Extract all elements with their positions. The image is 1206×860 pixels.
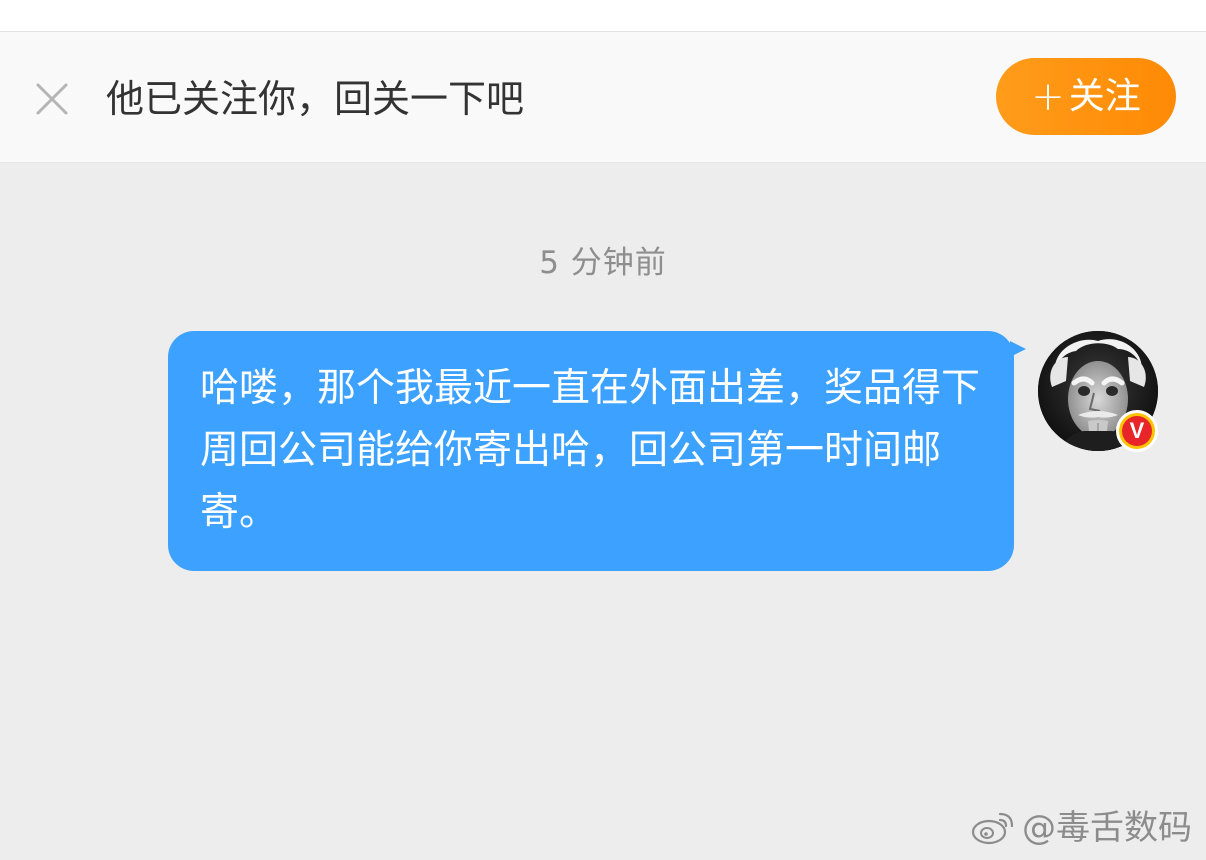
watermark-handle: @毒舌数码 xyxy=(1022,808,1192,848)
watermark: @毒舌数码 xyxy=(970,808,1192,848)
weibo-logo-icon xyxy=(971,812,1014,845)
follow-back-banner: 他已关注你，回关一下吧 + 关注 xyxy=(0,32,1206,163)
follow-button-label: 关注 xyxy=(1068,75,1141,117)
follow-back-message: 他已关注你，回关一下吧 xyxy=(106,77,525,121)
follow-button[interactable]: + 关注 xyxy=(996,58,1176,135)
chat-bubble[interactable]: 哈喽，那个我最近一直在外面出差，奖品得下周回公司能给你寄出哈，回公司第一时间邮寄… xyxy=(168,331,1026,571)
close-icon xyxy=(36,83,68,115)
close-button[interactable] xyxy=(30,77,74,121)
verified-badge: V xyxy=(1116,410,1158,452)
status-strip xyxy=(0,0,1206,32)
plus-icon: + xyxy=(1031,73,1065,120)
message-text: 哈喽，那个我最近一直在外面出差，奖品得下周回公司能给你寄出哈，回公司第一时间邮寄… xyxy=(200,366,981,535)
message-timestamp: 5 分钟前 xyxy=(539,245,667,281)
verified-v-icon: V xyxy=(1122,416,1152,446)
bubble-tail xyxy=(1010,341,1026,357)
